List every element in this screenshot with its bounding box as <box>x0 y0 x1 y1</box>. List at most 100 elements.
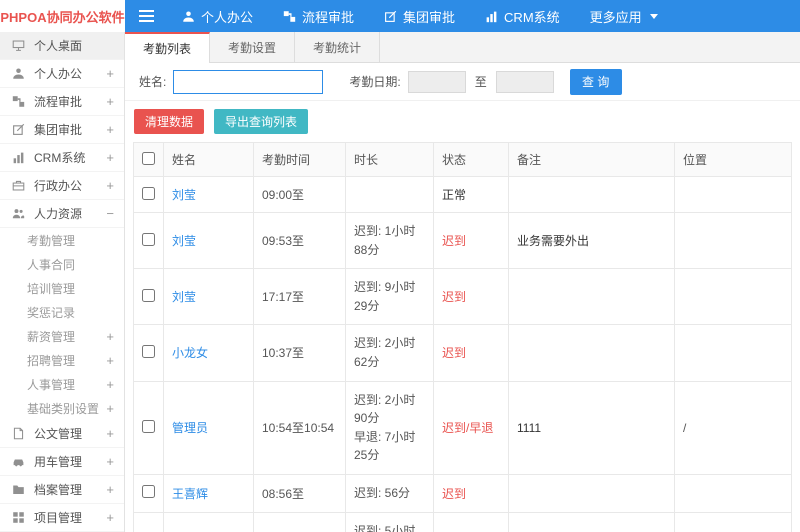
row-name-link[interactable]: 刘莹 <box>172 188 196 202</box>
sidebar-item-vehicle-management[interactable]: 用车管理 + <box>0 448 124 476</box>
row-duration: 迟到: 56分 <box>345 473 434 513</box>
row-time: 09:00至 <box>253 176 346 213</box>
sidebar-subitem-recruitment-management[interactable]: 招聘管理 + <box>0 348 124 372</box>
nav-item-group-approval[interactable]: 集团审批 <box>369 0 470 32</box>
row-name-link[interactable]: 王喜辉 <box>172 487 208 501</box>
table-header-row: 姓名 考勤时间 时长 状态 备注 位置 <box>133 142 792 177</box>
date-from-input[interactable] <box>407 70 466 93</box>
row-status: 迟到 <box>433 324 509 382</box>
expand-icon[interactable]: + <box>106 511 114 524</box>
tab-attendance-settings[interactable]: 考勤设置 <box>210 32 296 62</box>
expand-icon[interactable]: + <box>106 67 114 80</box>
sidebar-item-label: 项目管理 <box>34 511 83 525</box>
nav-item-personal-office[interactable]: 个人办公 <box>167 0 268 32</box>
sidebar-item-archive-management[interactable]: 档案管理 + <box>0 476 124 504</box>
row-name-link[interactable]: 小龙女 <box>172 346 208 360</box>
row-status: 迟到 <box>433 473 509 513</box>
nav-item-more-apps[interactable]: 更多应用 <box>575 0 673 32</box>
row-duration: 迟到: 9小时29分 <box>345 268 434 326</box>
table-row: 刘莹 09:53至 迟到: 1小时88分 迟到 业务需要外出 <box>133 211 792 270</box>
row-checkbox[interactable] <box>142 288 155 302</box>
name-filter-label: 姓名: <box>139 75 167 89</box>
expand-icon[interactable]: + <box>106 378 114 391</box>
sidebar-subitem-personnel-management[interactable]: 人事管理 + <box>0 372 124 396</box>
date-to-input[interactable] <box>495 70 554 93</box>
expand-icon[interactable]: + <box>106 123 114 136</box>
sidebar-item-crm-system[interactable]: CRM系统 + <box>0 144 124 172</box>
sidebar-subitem-label: 薪资管理 <box>27 329 76 344</box>
expand-icon[interactable]: + <box>106 483 114 496</box>
row-location <box>674 176 792 213</box>
export-list-button[interactable]: 导出查询列表 <box>214 109 309 134</box>
row-remark: 1111 <box>508 380 675 475</box>
row-duration <box>345 176 434 213</box>
sidebar-subitem-training-management[interactable]: 培训管理 <box>0 276 124 300</box>
chart-icon <box>12 151 27 164</box>
table-row: 黄莺 13:20至13:20 迟到: 5小时33分早退: 4小时67分 迟到/早… <box>133 511 792 532</box>
row-checkbox[interactable] <box>142 186 155 200</box>
expand-icon[interactable]: + <box>106 354 114 367</box>
tab-attendance-stats[interactable]: 考勤统计 <box>295 32 381 62</box>
file-icon <box>12 427 27 440</box>
expand-icon[interactable]: + <box>106 402 114 415</box>
name-filter-input[interactable] <box>173 69 324 94</box>
clear-data-button[interactable]: 清理数据 <box>134 109 205 134</box>
flow-icon <box>12 95 27 108</box>
row-remark <box>508 176 675 213</box>
sidebar-subitem-basic-category-settings[interactable]: 基础类别设置 + <box>0 396 124 420</box>
nav-item-crm-system[interactable]: CRM系统 <box>470 0 575 32</box>
sidebar-item-label: 个人办公 <box>34 67 83 81</box>
sidebar-subitem-salary-management[interactable]: 薪资管理 + <box>0 324 124 348</box>
expand-icon[interactable]: + <box>106 179 114 192</box>
row-checkbox[interactable] <box>142 485 155 499</box>
row-location: / <box>674 380 792 475</box>
flow-icon <box>283 10 296 23</box>
row-location: / <box>674 511 792 532</box>
sidebar-item-group-approval[interactable]: 集团审批 + <box>0 116 124 144</box>
sidebar-item-human-resources[interactable]: 人力资源 − <box>0 200 124 228</box>
row-checkbox[interactable] <box>142 419 155 433</box>
row-status: 正常 <box>433 176 509 213</box>
expand-icon[interactable]: + <box>106 427 114 440</box>
select-all-checkbox[interactable] <box>142 151 155 165</box>
row-time: 17:17至 <box>253 268 346 326</box>
table-row: 刘莹 17:17至 迟到: 9小时29分 迟到 <box>133 268 792 326</box>
row-name-link[interactable]: 刘莹 <box>172 290 196 304</box>
date-to-label: 至 <box>474 75 487 89</box>
desktop-icon <box>12 39 27 52</box>
table-row: 刘莹 09:00至 正常 <box>133 176 792 213</box>
menu-toggle-button[interactable] <box>125 0 167 32</box>
nav-item-process-approval[interactable]: 流程审批 <box>268 0 369 32</box>
sidebar-item-label: 集团审批 <box>34 123 83 137</box>
sidebar-item-process-approval[interactable]: 流程审批 + <box>0 88 124 116</box>
sidebar-subitem-attendance-management[interactable]: 考勤管理 <box>0 228 124 252</box>
tab-attendance-list[interactable]: 考勤列表 <box>125 32 211 63</box>
hamburger-icon <box>138 10 154 12</box>
row-name-link[interactable]: 刘莹 <box>172 234 196 248</box>
expand-icon[interactable]: + <box>106 151 114 164</box>
expand-icon[interactable]: + <box>106 95 114 108</box>
column-header: 时长 <box>345 142 434 177</box>
tab-label: 考勤设置 <box>228 40 277 55</box>
sidebar-item-personal-desktop[interactable]: 个人桌面 <box>0 32 124 60</box>
row-time: 08:56至 <box>253 473 346 513</box>
search-button[interactable]: 查 询 <box>569 68 622 95</box>
expand-icon[interactable]: + <box>106 330 114 343</box>
sidebar-subitem-reward-records[interactable]: 奖惩记录 <box>0 300 124 324</box>
sidebar-item-admin-office[interactable]: 行政办公 + <box>0 172 124 200</box>
expand-icon[interactable]: + <box>106 455 114 468</box>
sidebar-item-document-management[interactable]: 公文管理 + <box>0 420 124 448</box>
sidebar-item-personal-office[interactable]: 个人办公 + <box>0 60 124 88</box>
header-nav: 个人办公 流程审批 集团审批 CRM系统 更多应用 <box>167 0 673 32</box>
sidebar-subitem-personnel-contract[interactable]: 人事合同 <box>0 252 124 276</box>
row-name-link[interactable]: 管理员 <box>172 421 208 435</box>
collapse-icon[interactable]: − <box>106 207 114 220</box>
row-checkbox[interactable] <box>142 232 155 246</box>
row-checkbox[interactable] <box>142 344 155 358</box>
nav-item-label: 流程审批 <box>302 9 355 25</box>
grid-icon <box>12 511 27 524</box>
sidebar-subitem-label: 人事合同 <box>27 257 76 272</box>
sidebar-item-label: 个人桌面 <box>34 39 83 53</box>
date-filter-label: 考勤日期: <box>349 75 401 89</box>
sidebar-item-project-management[interactable]: 项目管理 + <box>0 504 124 532</box>
